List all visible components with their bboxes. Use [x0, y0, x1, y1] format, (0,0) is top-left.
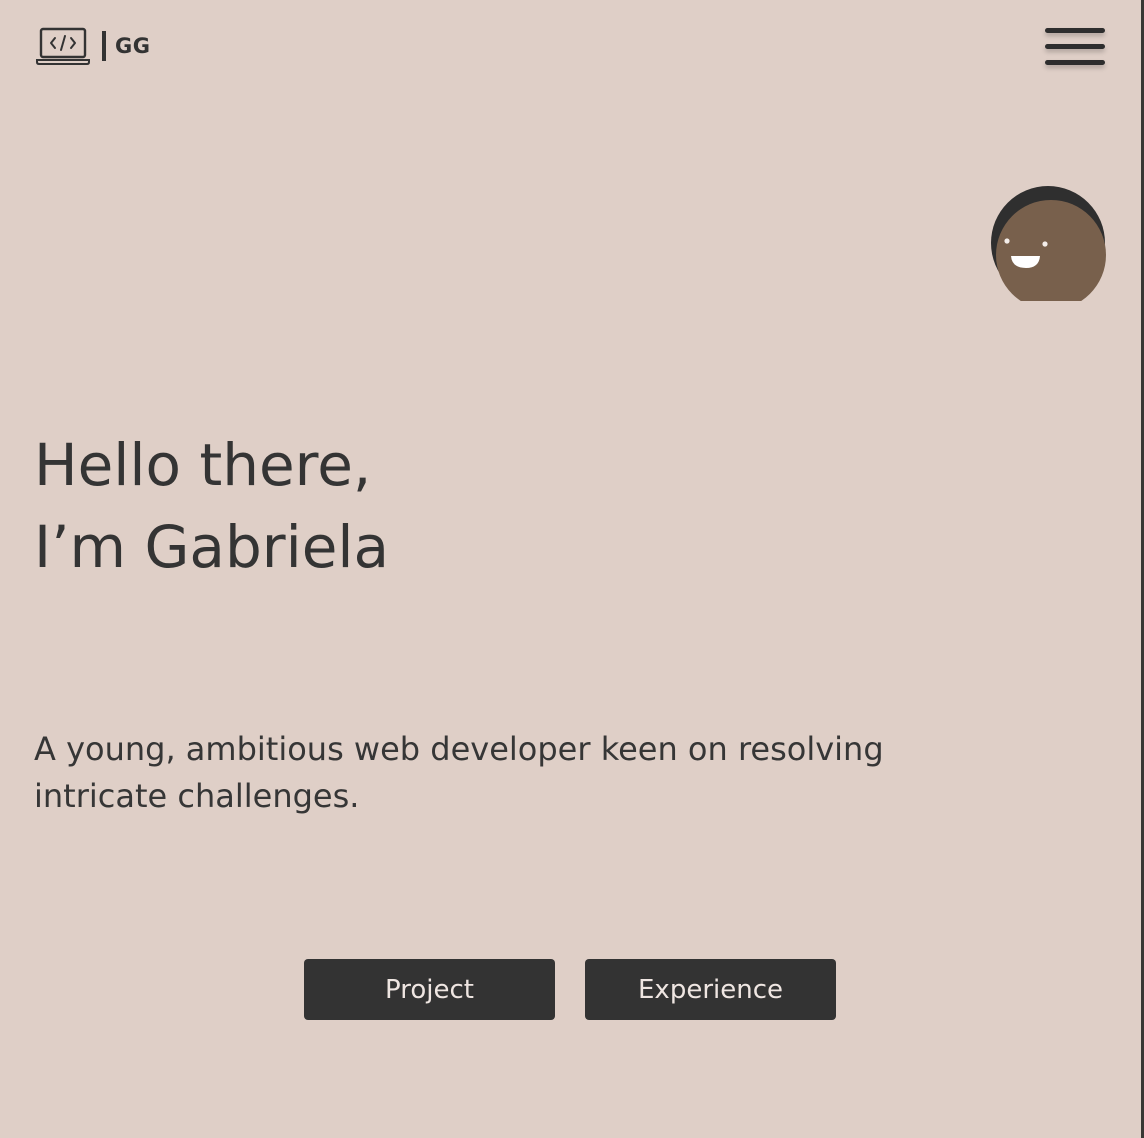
greeting-line-2: I’m Gabriela	[34, 513, 390, 581]
menu-bar-bottom	[1045, 60, 1105, 65]
project-button[interactable]: Project	[304, 959, 555, 1020]
hamburger-menu-icon[interactable]	[1042, 26, 1106, 70]
logo-link[interactable]: GG	[36, 26, 150, 66]
logo-divider	[102, 31, 106, 61]
menu-bar-middle	[1045, 44, 1105, 49]
hero-tagline: A young, ambitious web developer keen on…	[34, 730, 884, 815]
laptop-code-icon	[36, 26, 90, 66]
logo-text: GG	[115, 34, 151, 58]
hero-headline: Hello there, I’m Gabriela	[34, 424, 389, 588]
experience-button[interactable]: Experience	[585, 959, 836, 1020]
greeting-line-1: Hello there,	[34, 431, 372, 499]
menu-bar-top	[1045, 28, 1105, 33]
avatar	[990, 185, 1106, 310]
